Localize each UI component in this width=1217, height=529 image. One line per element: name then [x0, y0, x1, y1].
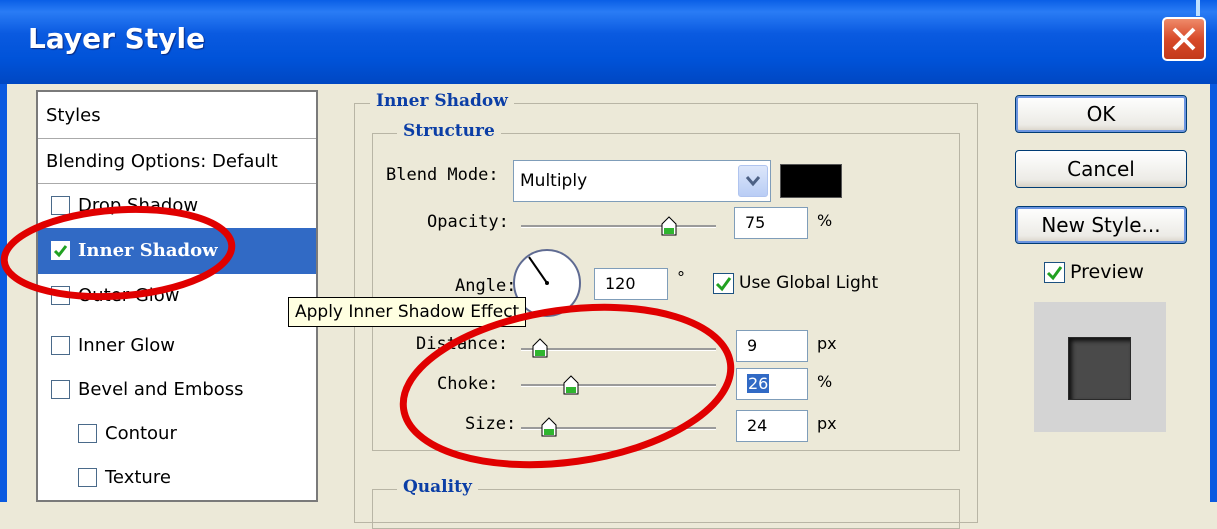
window-corner — [1196, 0, 1200, 16]
choke-input[interactable]: 26 — [736, 368, 808, 400]
style-item-drop-shadow[interactable]: Drop Shadow — [38, 184, 316, 228]
angle-input[interactable]: 120 — [594, 268, 668, 300]
use-global-light-label[interactable]: Use Global Light — [739, 273, 878, 293]
ok-button[interactable]: OK — [1015, 95, 1187, 133]
contour-checkbox[interactable] — [78, 424, 97, 443]
style-item-inner-glow[interactable]: Inner Glow — [38, 324, 316, 368]
style-item-label: Texture — [105, 467, 171, 488]
outer-glow-checkbox[interactable] — [51, 286, 70, 305]
opacity-label: Opacity: — [427, 212, 509, 232]
use-global-light-checkbox[interactable] — [713, 273, 734, 294]
quality-title: Quality — [397, 477, 478, 497]
opacity-slider-thumb[interactable] — [661, 216, 677, 236]
size-input[interactable]: 24 — [736, 410, 808, 442]
style-item-outer-glow[interactable]: Outer Glow — [38, 274, 316, 318]
checkmark-icon — [53, 245, 68, 258]
style-item-label: Bevel and Emboss — [78, 379, 244, 400]
window-border-left — [0, 84, 7, 502]
chevron-down-icon — [745, 176, 761, 187]
choke-value-selected: 26 — [747, 374, 770, 393]
preview-label[interactable]: Preview — [1070, 261, 1144, 283]
style-item-label: Inner Glow — [78, 335, 176, 356]
window-border-right — [1210, 84, 1217, 502]
distance-slider-thumb[interactable] — [532, 338, 548, 358]
distance-label: Distance: — [416, 334, 509, 354]
blending-options-item[interactable]: Blending Options: Default — [38, 139, 316, 184]
texture-checkbox[interactable] — [78, 468, 97, 487]
close-button[interactable] — [1162, 17, 1206, 61]
distance-unit: px — [817, 334, 837, 353]
close-icon — [1172, 27, 1196, 51]
blend-mode-select[interactable]: Multiply — [513, 160, 771, 202]
opacity-input[interactable]: 75 — [734, 207, 808, 239]
shadow-color-swatch[interactable] — [780, 164, 842, 198]
inner-shadow-title: Inner Shadow — [370, 91, 514, 111]
size-slider-thumb[interactable] — [541, 417, 557, 437]
bevel-emboss-checkbox[interactable] — [51, 380, 70, 399]
cancel-button[interactable]: Cancel — [1015, 150, 1187, 188]
angle-label: Angle: — [455, 276, 517, 296]
style-preview-swatch — [1068, 337, 1131, 400]
style-item-label: Contour — [105, 423, 177, 444]
window-title: Layer Style — [28, 22, 206, 55]
styles-list[interactable]: Styles Blending Options: Default Drop Sh… — [36, 90, 318, 502]
choke-label: Choke: — [437, 374, 499, 394]
dropdown-button[interactable] — [738, 165, 768, 197]
blend-mode-label: Blend Mode: — [386, 165, 499, 185]
choke-slider-thumb[interactable] — [563, 375, 579, 395]
distance-slider[interactable] — [521, 348, 716, 351]
style-item-label: Outer Glow — [78, 285, 180, 306]
style-item-texture[interactable]: Texture — [38, 456, 316, 500]
new-style-button[interactable]: New Style... — [1015, 206, 1187, 244]
size-label: Size: — [465, 414, 517, 434]
choke-unit: % — [817, 372, 833, 391]
style-item-label: Inner Shadow — [78, 240, 218, 261]
distance-input[interactable]: 9 — [736, 330, 808, 362]
tooltip: Apply Inner Shadow Effect — [288, 297, 527, 327]
preview-checkbox[interactable] — [1044, 262, 1065, 283]
structure-title: Structure — [397, 121, 501, 141]
styles-header[interactable]: Styles — [38, 92, 316, 139]
style-item-bevel-emboss[interactable]: Bevel and Emboss — [38, 368, 316, 412]
opacity-slider[interactable] — [521, 225, 716, 228]
style-item-label: Drop Shadow — [78, 195, 199, 216]
blend-mode-value: Multiply — [520, 171, 588, 191]
style-item-inner-shadow[interactable]: Inner Shadow — [38, 228, 316, 274]
choke-slider[interactable] — [521, 384, 716, 387]
size-unit: px — [817, 414, 837, 433]
drop-shadow-checkbox[interactable] — [51, 196, 70, 215]
checkmark-icon — [1046, 266, 1063, 281]
opacity-unit: % — [817, 211, 833, 230]
checkmark-icon — [715, 277, 732, 292]
angle-unit: ° — [677, 268, 685, 287]
inner-shadow-checkbox[interactable] — [51, 241, 70, 260]
style-item-contour[interactable]: Contour — [38, 412, 316, 456]
inner-glow-checkbox[interactable] — [51, 336, 70, 355]
title-bar[interactable]: Layer Style — [0, 0, 1217, 84]
